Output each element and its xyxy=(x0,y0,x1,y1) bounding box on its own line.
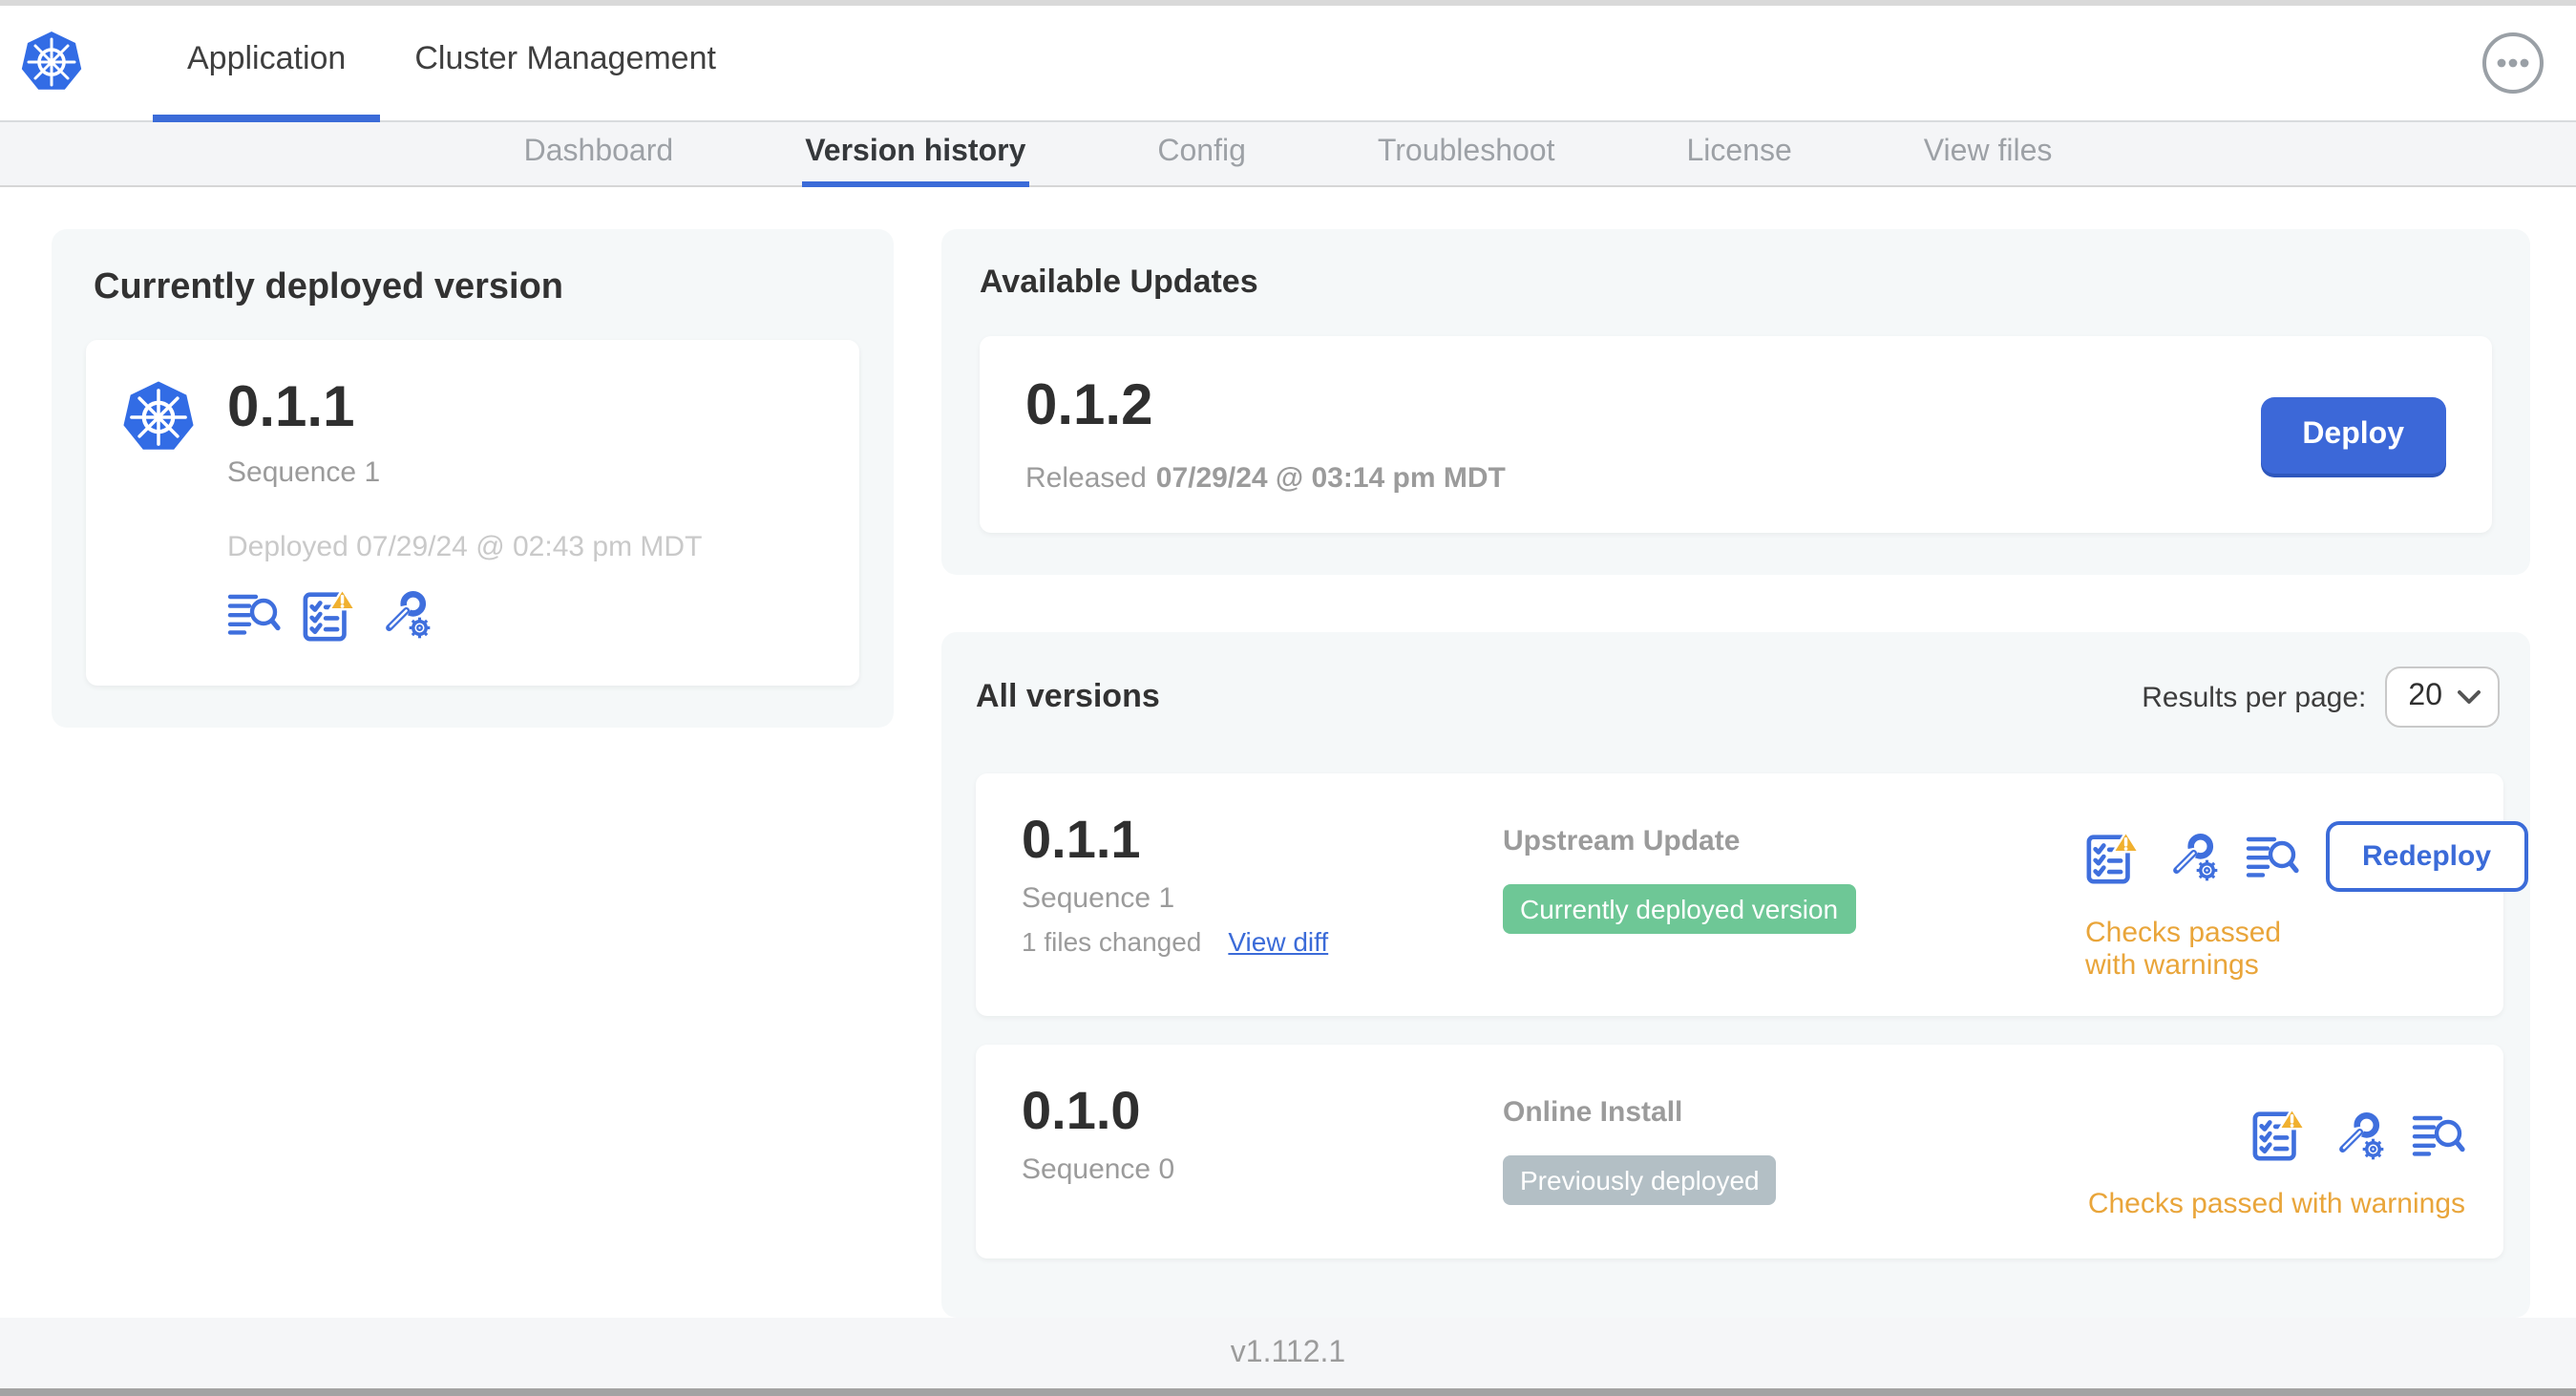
chevron-down-icon xyxy=(2458,690,2481,705)
deploy-button[interactable]: Deploy xyxy=(2260,396,2446,474)
tab-version-history[interactable]: Version history xyxy=(801,121,1030,188)
all-versions-section: All versions Results per page: 20 0.1.1 … xyxy=(941,632,2530,1319)
results-per-page-label: Results per page: xyxy=(2142,681,2367,714)
row-sequence: Sequence 0 xyxy=(1022,1153,1175,1186)
config-icon[interactable] xyxy=(378,587,433,643)
update-version-number: 0.1.2 xyxy=(1025,374,1153,438)
currently-deployed-title: Currently deployed version xyxy=(94,267,564,308)
row-source-label: Upstream Update xyxy=(1503,825,1741,858)
ellipsis-icon xyxy=(2482,32,2544,94)
results-per-page-value: 20 xyxy=(2408,680,2442,713)
preflight-checks-warning-icon[interactable] xyxy=(302,586,357,644)
redeploy-button[interactable]: Redeploy xyxy=(2326,821,2528,893)
tab-troubleshoot[interactable]: Troubleshoot xyxy=(1374,121,1559,188)
app-footer: v1.112.1 xyxy=(0,1318,2576,1389)
all-versions-title: All versions xyxy=(976,678,1160,715)
diff-icon[interactable] xyxy=(2246,835,2299,879)
config-icon[interactable] xyxy=(2332,1108,2387,1163)
app-level-tabs: Application Cluster Management xyxy=(153,6,750,122)
tab-license[interactable]: License xyxy=(1682,121,1795,188)
currently-deployed-card: Currently deployed version 0.1.1 Sequenc… xyxy=(52,229,894,728)
results-per-page-select[interactable]: 20 xyxy=(2385,666,2500,729)
diff-icon[interactable] xyxy=(227,593,281,637)
ellipsis-menu-button[interactable] xyxy=(2481,6,2545,120)
row-source-label: Online Install xyxy=(1503,1096,1683,1130)
window-edge-bottom xyxy=(0,1388,2576,1396)
preflight-checks-warning-icon[interactable] xyxy=(2085,829,2141,886)
currently-deployed-version-card: 0.1.1 Sequence 1 Deployed 07/29/24 @ 02:… xyxy=(86,340,859,686)
current-version-number: 0.1.1 xyxy=(227,376,355,440)
version-row-0-1-0: 0.1.0 Sequence 0 Online Install Previous… xyxy=(976,1045,2503,1259)
preflight-checks-warning-icon[interactable] xyxy=(2251,1107,2307,1164)
app-window: Application Cluster Management Dashboard… xyxy=(0,0,2576,1396)
available-update-row: 0.1.2 Released 07/29/24 @ 03:14 pm MDT De… xyxy=(980,336,2492,534)
kubernetes-logo xyxy=(19,6,84,120)
tab-view-files[interactable]: View files xyxy=(1920,121,2057,188)
page-tabs: Dashboard Version history Config Trouble… xyxy=(0,121,2576,188)
tab-dashboard[interactable]: Dashboard xyxy=(520,121,678,188)
current-version-sequence: Sequence 1 xyxy=(227,455,381,489)
update-released-line: Released 07/29/24 @ 03:14 pm MDT xyxy=(1025,463,1506,496)
version-history-panel: Available Updates 0.1.2 Released 07/29/24… xyxy=(941,229,2530,1319)
row-version-number: 0.1.0 xyxy=(1022,1081,1141,1141)
current-version-deployed-date: Deployed 07/29/24 @ 02:43 pm MDT xyxy=(227,530,703,563)
files-changed-label: 1 files changed xyxy=(1022,925,1202,957)
checks-status-link[interactable]: Checks passed with warnings xyxy=(2085,918,2527,983)
released-label: Released xyxy=(1025,462,1147,496)
row-version-number: 0.1.1 xyxy=(1022,810,1141,870)
row-sequence: Sequence 1 xyxy=(1022,881,1175,915)
diff-icon[interactable] xyxy=(2412,1113,2465,1157)
admin-console-version: v1.112.1 xyxy=(1230,1336,1346,1369)
main-content: Currently deployed version 0.1.1 Sequenc… xyxy=(0,187,2576,1319)
released-date: 07/29/24 @ 03:14 pm MDT xyxy=(1155,462,1506,496)
kubernetes-app-icon xyxy=(120,379,197,644)
checks-status-link[interactable]: Checks passed with warnings xyxy=(2088,1189,2465,1221)
top-app-bar: Application Cluster Management xyxy=(0,5,2576,122)
tab-cluster-management[interactable]: Cluster Management xyxy=(380,6,750,122)
available-updates-title: Available Updates xyxy=(980,264,1258,301)
view-diff-link[interactable]: View diff xyxy=(1228,926,1328,957)
tab-config[interactable]: Config xyxy=(1153,121,1250,188)
config-icon[interactable] xyxy=(2165,830,2221,885)
status-badge-previously-deployed: Previously deployed xyxy=(1503,1155,1777,1206)
available-updates-section: Available Updates 0.1.2 Released 07/29/24… xyxy=(941,229,2530,576)
status-badge-currently-deployed: Currently deployed version xyxy=(1503,884,1856,935)
tab-application[interactable]: Application xyxy=(153,6,381,122)
version-row-0-1-1: 0.1.1 Sequence 1 1 files changed View di… xyxy=(976,773,2528,1017)
